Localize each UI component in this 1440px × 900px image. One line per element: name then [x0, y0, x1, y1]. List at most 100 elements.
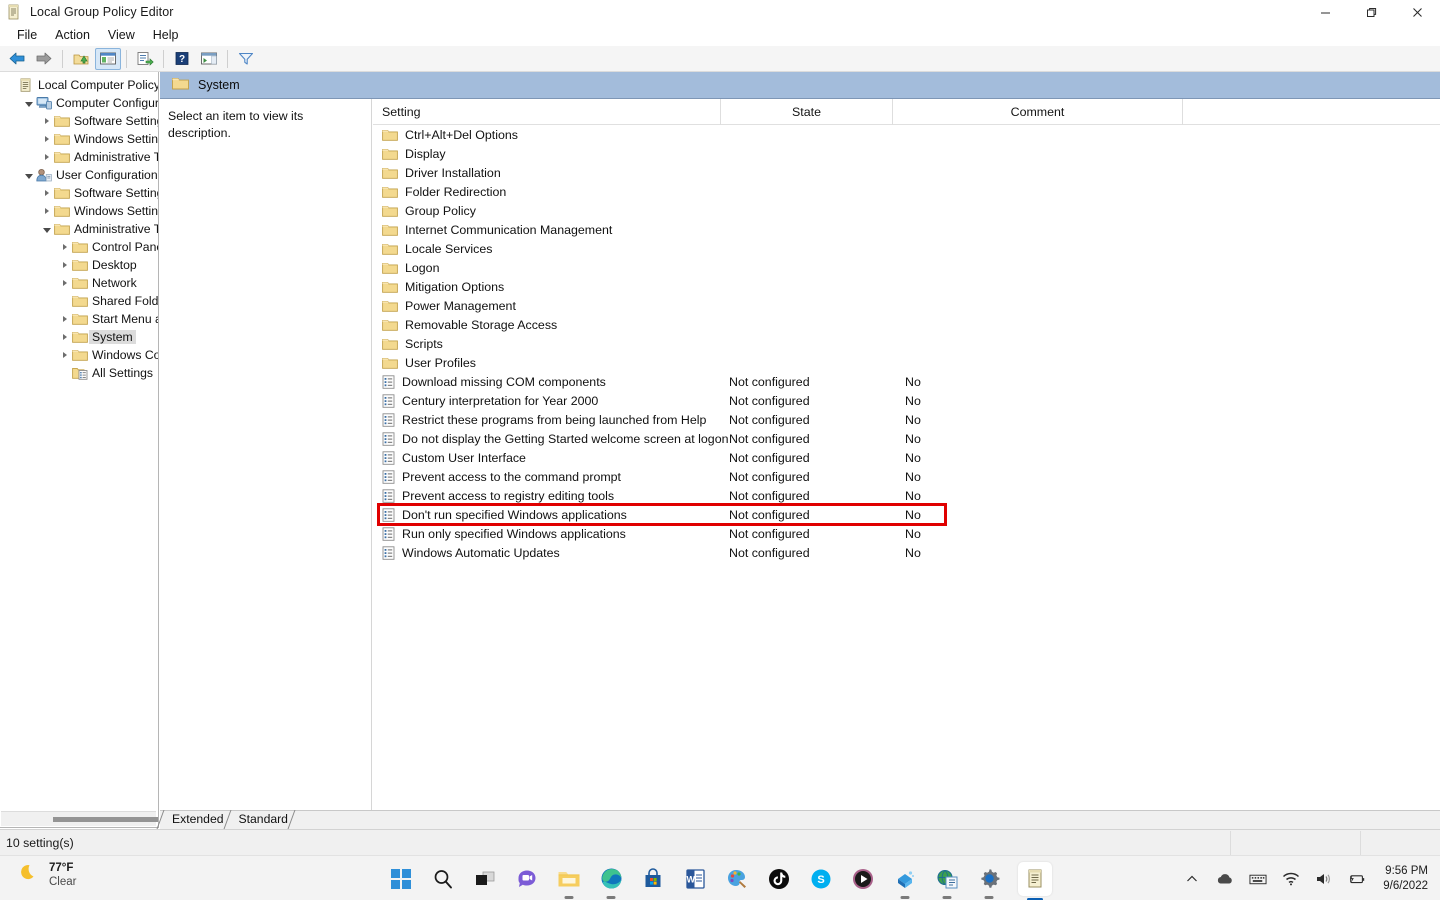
- table-row[interactable]: Restrict these programs from being launc…: [373, 410, 1440, 429]
- table-row[interactable]: Logon: [373, 258, 1440, 277]
- battery-charging-icon[interactable]: [1348, 870, 1366, 888]
- table-row[interactable]: Prevent access to the command prompt Not …: [373, 467, 1440, 486]
- network-tool-button[interactable]: [934, 866, 960, 892]
- chat-button[interactable]: [514, 866, 540, 892]
- filter-button[interactable]: [233, 48, 259, 70]
- paint-button[interactable]: [724, 866, 750, 892]
- table-row[interactable]: Custom User Interface Not configured No: [373, 448, 1440, 467]
- microsoft-edge-button[interactable]: [598, 866, 624, 892]
- table-row[interactable]: Locale Services: [373, 239, 1440, 258]
- table-row[interactable]: Ctrl+Alt+Del Options: [373, 125, 1440, 144]
- tree-node-all-settings[interactable]: All Settings: [0, 364, 158, 382]
- keyboard-icon[interactable]: [1249, 870, 1267, 888]
- table-row[interactable]: Internet Communication Management: [373, 220, 1440, 239]
- tab-standard[interactable]: Standard: [227, 810, 300, 829]
- chevron-right-icon[interactable]: [40, 148, 54, 166]
- chevron-right-icon[interactable]: [40, 130, 54, 148]
- tiktok-button[interactable]: [766, 866, 792, 892]
- table-row[interactable]: User Profiles: [373, 353, 1440, 372]
- chevron-right-icon[interactable]: [58, 346, 72, 364]
- table-row[interactable]: Mitigation Options: [373, 277, 1440, 296]
- tree-node-user-configuration[interactable]: User Configuration: [0, 166, 158, 184]
- weather-widget[interactable]: 77°F Clear: [18, 862, 76, 889]
- tree-node-network[interactable]: Network: [0, 274, 158, 292]
- chevron-right-icon[interactable]: [58, 256, 72, 274]
- table-row[interactable]: Don't run specified Windows applications…: [373, 503, 1440, 526]
- tree-node-control-panel[interactable]: Control Panel: [0, 238, 158, 256]
- tree-node-computer-configura[interactable]: Computer Configura: [0, 94, 158, 112]
- tree-node-software-settings[interactable]: Software Settings: [0, 112, 158, 130]
- column-header-comment[interactable]: Comment: [893, 99, 1183, 125]
- chevron-right-icon[interactable]: [58, 238, 72, 256]
- table-row[interactable]: Scripts: [373, 334, 1440, 353]
- table-row[interactable]: Run only specified Windows applications N…: [373, 524, 1440, 543]
- chevron-down-icon[interactable]: [40, 220, 54, 238]
- table-row[interactable]: Folder Redirection: [373, 182, 1440, 201]
- forward-button[interactable]: [31, 48, 57, 70]
- tree-horizontal-scrollbar[interactable]: [1, 811, 158, 826]
- show-hide-console-tree-button[interactable]: [95, 47, 121, 70]
- up-one-level-button[interactable]: [68, 48, 94, 70]
- blender-button[interactable]: [892, 866, 918, 892]
- table-row[interactable]: Prevent access to registry editing tools…: [373, 486, 1440, 505]
- table-row[interactable]: Download missing COM components Not confi…: [373, 372, 1440, 391]
- table-row[interactable]: Group Policy: [373, 201, 1440, 220]
- maximize-restore-button[interactable]: [1348, 0, 1394, 24]
- taskbar-clock[interactable]: 9:56 PM 9/6/2022: [1383, 864, 1428, 894]
- file-explorer-button[interactable]: [556, 866, 582, 892]
- wifi-icon[interactable]: [1282, 870, 1300, 888]
- tree-node-administrative-te[interactable]: Administrative Te: [0, 220, 158, 238]
- table-row[interactable]: Driver Installation: [373, 163, 1440, 182]
- search-button[interactable]: [430, 866, 456, 892]
- start-button[interactable]: [388, 866, 414, 892]
- table-row[interactable]: Display: [373, 144, 1440, 163]
- menu-action[interactable]: Action: [46, 26, 99, 44]
- skype-button[interactable]: S: [808, 866, 834, 892]
- table-row[interactable]: Removable Storage Access: [373, 315, 1440, 334]
- menu-view[interactable]: View: [99, 26, 144, 44]
- chevron-right-icon[interactable]: [40, 202, 54, 220]
- chevron-down-icon[interactable]: [22, 166, 36, 184]
- close-button[interactable]: [1394, 0, 1440, 24]
- task-view-button[interactable]: [472, 866, 498, 892]
- export-list-button[interactable]: [132, 48, 158, 70]
- help-button[interactable]: ?: [169, 48, 195, 70]
- column-header-setting[interactable]: Setting: [373, 99, 721, 125]
- tree-node-windows-setting[interactable]: Windows Setting: [0, 130, 158, 148]
- tree-node-software-settings[interactable]: Software Settings: [0, 184, 158, 202]
- chevron-up-icon[interactable]: [1183, 870, 1201, 888]
- cloud-icon[interactable]: [1216, 870, 1234, 888]
- media-player-button[interactable]: [850, 866, 876, 892]
- tree-node-system[interactable]: System: [0, 328, 158, 346]
- chevron-right-icon[interactable]: [40, 112, 54, 130]
- chevron-right-icon[interactable]: [58, 274, 72, 292]
- microsoft-store-button[interactable]: [640, 866, 666, 892]
- tree-node-local-computer-policy[interactable]: Local Computer Policy: [0, 76, 158, 94]
- chevron-right-icon[interactable]: [58, 328, 72, 346]
- scrollbar-thumb[interactable]: [53, 817, 158, 822]
- tree-node-start-menu-ar[interactable]: Start Menu ar: [0, 310, 158, 328]
- group-policy-editor-button[interactable]: [1018, 861, 1052, 896]
- tree-node-windows-cor[interactable]: Windows Cor: [0, 346, 158, 364]
- tree-node-administrative-te[interactable]: Administrative Te: [0, 148, 158, 166]
- word-button[interactable]: W: [682, 866, 708, 892]
- chevron-right-icon[interactable]: [40, 184, 54, 202]
- tab-extended[interactable]: Extended: [160, 810, 227, 829]
- table-row[interactable]: Do not display the Getting Started welco…: [373, 429, 1440, 448]
- table-row[interactable]: Power Management: [373, 296, 1440, 315]
- show-hide-action-pane-button[interactable]: [196, 48, 222, 70]
- chevron-right-icon[interactable]: [58, 310, 72, 328]
- tree-node-desktop[interactable]: Desktop: [0, 256, 158, 274]
- tree-node-shared-folder[interactable]: Shared Folder: [0, 292, 158, 310]
- tree-node-windows-setting[interactable]: Windows Setting: [0, 202, 158, 220]
- minimize-button[interactable]: [1302, 0, 1348, 24]
- speaker-icon[interactable]: [1315, 870, 1333, 888]
- console-tree-pane[interactable]: Local Computer Policy Computer Configura S…: [0, 72, 159, 828]
- chevron-down-icon[interactable]: [22, 94, 36, 112]
- back-button[interactable]: [4, 48, 30, 70]
- menu-file[interactable]: File: [8, 26, 46, 44]
- menu-help[interactable]: Help: [144, 26, 188, 44]
- table-row[interactable]: Century interpretation for Year 2000 Not …: [373, 391, 1440, 410]
- settings-button[interactable]: [976, 866, 1002, 892]
- table-row[interactable]: Windows Automatic Updates Not configured N…: [373, 543, 1440, 562]
